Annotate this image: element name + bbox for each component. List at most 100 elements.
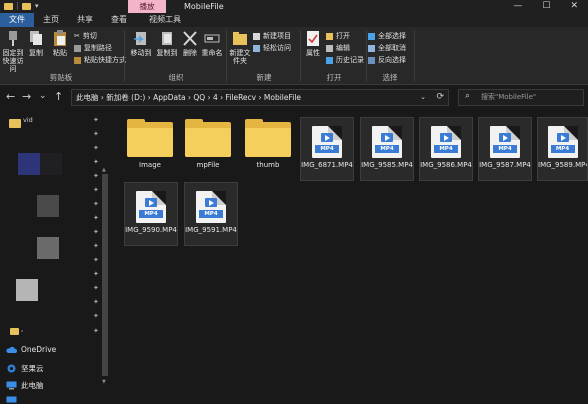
copy-button[interactable]: 复制 [25, 30, 47, 57]
pin-icon[interactable]: ✦ [93, 131, 99, 138]
tab-video-tools[interactable]: 视频工具 [140, 13, 190, 27]
tab-share[interactable]: 共享 [68, 13, 102, 27]
rename-button[interactable]: 重命名 [200, 30, 224, 57]
ribbon: 固定到快速访问 复制 粘贴 ✂ 剪切 复制路径 粘贴快捷方式 剪贴板 移动到 复… [0, 27, 588, 85]
folder-item[interactable]: Image [122, 113, 178, 170]
mp4-file-icon: MP4 [196, 191, 226, 223]
folder-thumbnail[interactable] [37, 195, 59, 217]
pin-icon[interactable]: ✦ [93, 299, 99, 306]
history-icon [326, 56, 333, 64]
folder-icon[interactable] [10, 328, 19, 335]
file-item[interactable]: MP4 IMG_9585.MP4 [360, 117, 414, 181]
new-item-button[interactable]: 新建项目 [253, 31, 291, 41]
network-icon [6, 396, 17, 403]
quick-access-folder-icon[interactable] [22, 2, 31, 10]
tab-view[interactable]: 查看 [102, 13, 136, 27]
nav-folder-label[interactable]: , [21, 325, 23, 333]
pin-icon[interactable]: ✦ [93, 187, 99, 194]
scroll-up-icon[interactable]: ▲ [102, 167, 106, 173]
pin-icon[interactable]: ✦ [93, 243, 99, 250]
file-item[interactable]: MP4 IMG_9587.MP4 [478, 117, 532, 181]
folder-thumbnail[interactable] [40, 153, 62, 175]
properties-button[interactable]: 属性 [302, 30, 324, 57]
sidebar-item-network[interactable] [6, 396, 17, 404]
folder-item[interactable]: mpFile [180, 113, 236, 170]
easy-access-icon [253, 44, 260, 52]
select-none-button[interactable]: 全部取消 [368, 43, 406, 53]
recent-locations-button[interactable]: ⌄ [39, 91, 47, 102]
edit-button[interactable]: 编辑 [326, 43, 350, 53]
history-button[interactable]: 历史记录 [326, 55, 364, 65]
file-item[interactable]: MP4 IMG_9591.MP4 [184, 182, 238, 246]
breadcrumb[interactable]: 此电脑 › 新加卷 (D:) › AppData › QQ › 4 › File… [76, 90, 301, 105]
cut-button[interactable]: ✂ 剪切 [74, 31, 97, 41]
pin-icon[interactable]: ✦ [93, 201, 99, 208]
address-dropdown-icon[interactable]: ⌄ [420, 90, 426, 105]
folder-thumbnail[interactable] [37, 237, 59, 259]
pin-icon[interactable]: ✦ [93, 145, 99, 152]
paste-icon [52, 30, 68, 47]
up-button[interactable]: ↑ [54, 91, 63, 102]
nav-scrollbar[interactable] [102, 174, 108, 376]
folder-item[interactable]: thumb [240, 113, 296, 170]
nut-cloud-icon [7, 364, 16, 373]
easy-access-button[interactable]: 轻松访问 [253, 43, 291, 53]
back-button[interactable]: ← [6, 91, 15, 102]
invert-selection-icon [368, 56, 375, 64]
ribbon-separator [414, 30, 415, 82]
sidebar-item-this-pc[interactable]: 此电脑 [6, 380, 44, 391]
folder-thumbnail[interactable] [16, 279, 38, 301]
copy-path-button[interactable]: 复制路径 [74, 43, 112, 53]
refresh-button[interactable]: ⟳ [436, 90, 444, 105]
move-to-button[interactable]: 移动到 [128, 30, 154, 57]
minimize-button[interactable]: — [513, 0, 522, 12]
mp4-file-icon: MP4 [136, 191, 166, 223]
delete-button[interactable]: 删除 [180, 30, 200, 57]
scroll-down-icon[interactable]: ▼ [102, 379, 106, 385]
sidebar-item-jianguoyun[interactable]: 坚果云 [6, 363, 44, 374]
sidebar-item-onedrive[interactable]: OneDrive [6, 345, 56, 354]
computer-icon [6, 381, 17, 390]
address-bar[interactable]: 此电脑 › 新加卷 (D:) › AppData › QQ › 4 › File… [71, 89, 449, 106]
copy-to-button[interactable]: 复制到 [154, 30, 180, 57]
new-folder-button[interactable]: 新建文件夹 [228, 30, 252, 65]
forward-button[interactable]: → [22, 91, 31, 102]
search-box[interactable]: ⌕ 搜索"MobileFile" [458, 89, 584, 106]
quick-access-dropdown-icon[interactable]: ▾ [35, 2, 39, 10]
pin-quick-access-button[interactable]: 固定到快速访问 [1, 30, 25, 73]
pin-icon[interactable]: ✦ [93, 229, 99, 236]
pin-icon[interactable]: ✦ [93, 313, 99, 320]
tab-file[interactable]: 文件 [0, 13, 34, 27]
tab-home[interactable]: 主页 [34, 13, 68, 27]
pin-icon[interactable]: ✦ [93, 271, 99, 278]
title-bar: ▾ 播放 MobileFile — ☐ ✕ [0, 0, 588, 13]
pin-icon[interactable]: ✦ [93, 215, 99, 222]
pin-icon[interactable]: ✦ [93, 117, 99, 124]
pin-icon[interactable]: ✦ [93, 328, 99, 335]
scissors-icon: ✂ [74, 32, 80, 40]
open-group: 属性 打开 编辑 历史记录 打开 [302, 27, 366, 85]
clipboard-group-label: 剪贴板 [49, 73, 73, 82]
file-item[interactable]: MP4 IMG_9589.MP4 [537, 117, 588, 181]
pin-icon[interactable]: ✦ [93, 173, 99, 180]
nav-folder-label[interactable]: vid [23, 116, 33, 124]
maximize-button[interactable]: ☐ [542, 0, 550, 12]
pin-icon[interactable]: ✦ [93, 285, 99, 292]
context-tab-play[interactable]: 播放 [128, 0, 166, 13]
paste-button[interactable]: 粘贴 [48, 30, 72, 57]
file-item[interactable]: MP4 IMG_9590.MP4 [124, 182, 178, 246]
file-item[interactable]: MP4 IMG_9586.MP4 [419, 117, 473, 181]
pin-icon[interactable]: ✦ [93, 257, 99, 264]
invert-selection-button[interactable]: 反向选择 [368, 55, 406, 65]
file-item[interactable]: MP4 IMG_6871.MP4 [300, 117, 354, 181]
paste-shortcut-button[interactable]: 粘贴快捷方式 [74, 55, 126, 65]
folder-icon[interactable] [9, 119, 21, 128]
organize-group-label: 组织 [168, 73, 184, 82]
close-button[interactable]: ✕ [570, 0, 578, 12]
pin-icon[interactable]: ✦ [93, 159, 99, 166]
select-all-button[interactable]: 全部选择 [368, 31, 406, 41]
copy-to-icon [159, 30, 175, 47]
folder-thumbnail[interactable] [18, 153, 40, 175]
paste-shortcut-icon [74, 56, 81, 64]
open-button[interactable]: 打开 [326, 31, 350, 41]
